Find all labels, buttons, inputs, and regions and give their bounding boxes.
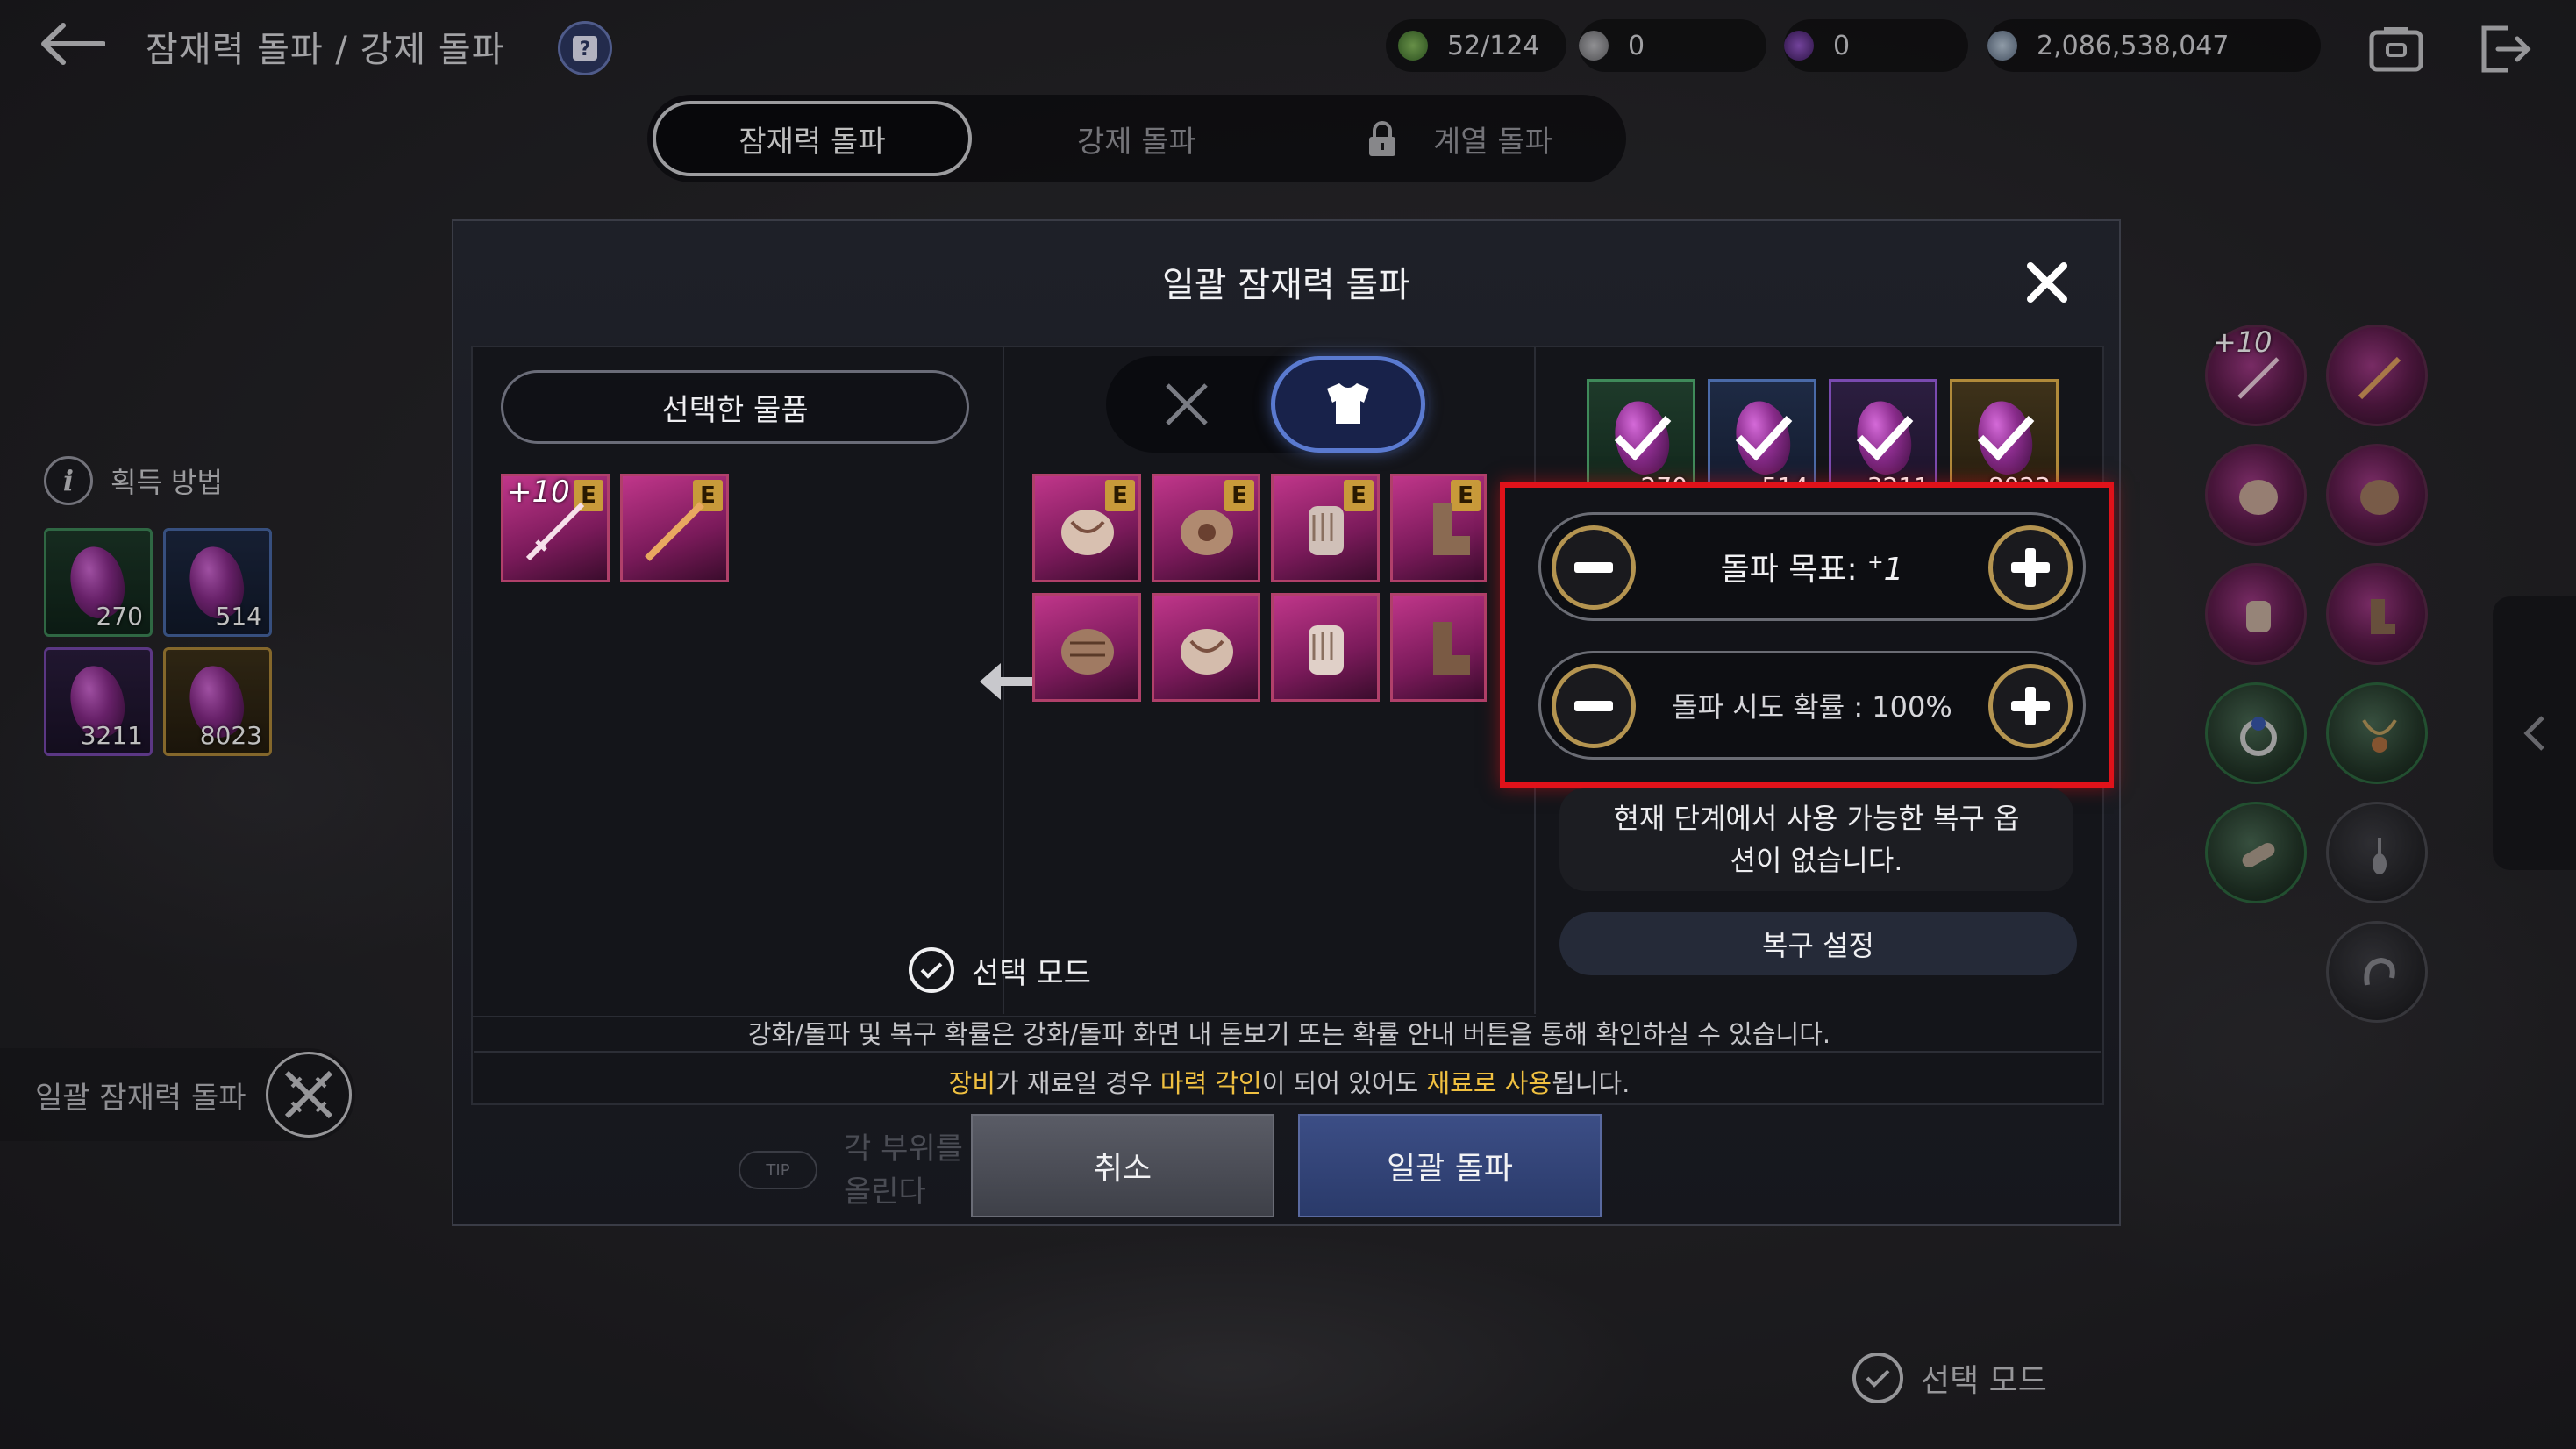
increase-chance-button[interactable] (1988, 664, 2073, 748)
target-label: 돌파 목표: +1 (1721, 544, 1904, 589)
target-label-text: 돌파 목표: (1720, 552, 1868, 588)
target-plus-sign: + (1867, 552, 1884, 574)
warning-part: 장비 (948, 1068, 996, 1098)
armor-item-slot[interactable]: E (1152, 474, 1260, 582)
boots-icon (1433, 503, 1470, 555)
modal-title: 일괄 잠재력 돌파 (1161, 265, 1411, 305)
decrease-target-button[interactable] (1552, 525, 1636, 610)
warning-part: 가 재료일 경우 (995, 1068, 1160, 1098)
boots-2-icon (1433, 622, 1470, 675)
check-icon (1735, 415, 1793, 461)
select-mode-toggle[interactable]: 선택 모드 (909, 947, 1091, 993)
chest-armor-icon (1061, 510, 1114, 555)
bulk-breakthrough-label: 일괄 돌파 (1387, 1151, 1513, 1187)
cancel-label: 취소 (1093, 1151, 1152, 1187)
breakthrough-settings-highlight: 돌파 목표: +1 돌파 시도 확률 : 100% (1500, 482, 2114, 788)
armor-item-slot[interactable]: E (1271, 474, 1380, 582)
warning-part: 이 되어 있어도 (1261, 1068, 1427, 1098)
chest-armor-2-icon (1181, 510, 1233, 555)
item-picker-panel: EEEE (980, 347, 1536, 1014)
armor-item-slot[interactable] (1032, 593, 1141, 702)
arrow-left-icon (980, 663, 1034, 700)
probability-info-text: 강화/돌파 및 복구 확률은 강화/돌파 화면 내 돋보기 또는 확률 안내 버… (747, 1019, 1831, 1049)
increase-target-button[interactable] (1988, 525, 2073, 610)
material-warning-text: 장비가 재료일 경우 마력 각인이 되어 있어도 재료로 사용됩니다. (474, 1063, 2105, 1100)
selected-item-slot[interactable]: +10 E (501, 474, 610, 582)
target-value: 1 (1883, 552, 1904, 588)
chest-armor-3-icon (1061, 629, 1114, 675)
item-type-toggle (1106, 356, 1429, 453)
decrease-chance-button[interactable] (1552, 664, 1636, 748)
minus-icon (1574, 701, 1613, 711)
gloves-2-icon (1309, 625, 1344, 675)
selected-item-slot[interactable]: E (620, 474, 729, 582)
recovery-settings-label: 복구 설정 (1762, 929, 1874, 962)
warning-part: 재료로 사용 (1426, 1068, 1552, 1098)
check-icon (1614, 415, 1672, 461)
cancel-button[interactable]: 취소 (971, 1114, 1274, 1217)
weapon-filter-button[interactable] (1110, 356, 1264, 453)
no-recovery-text: 현재 단계에서 사용 가능한 복구 옵션이 없습니다. (1613, 802, 2020, 877)
armor-item-slot[interactable]: E (1032, 474, 1141, 582)
chance-stepper: 돌파 시도 확률 : 100% (1538, 651, 2086, 760)
armor-filter-button[interactable] (1271, 356, 1425, 453)
armor-item-slot[interactable] (1152, 593, 1260, 702)
divider (474, 1051, 2101, 1053)
bulk-breakthrough-button[interactable]: 일괄 돌파 (1298, 1114, 1602, 1217)
plus-icon (2011, 548, 2050, 587)
target-stepper: 돌파 목표: +1 (1538, 512, 2086, 621)
selected-items-header: 선택한 물품 (501, 370, 969, 444)
spear-icon (645, 502, 704, 561)
minus-icon (1574, 562, 1613, 573)
crossed-swords-icon (1166, 383, 1208, 425)
warning-part: 됩니다. (1552, 1068, 1631, 1098)
chance-label: 돌파 시도 확률 : 100% (1672, 690, 1952, 724)
check-icon (1977, 415, 2035, 461)
chest-armor-4-icon (1181, 629, 1233, 675)
no-recovery-message: 현재 단계에서 사용 가능한 복구 옵션이 없습니다. (1559, 788, 2073, 891)
select-mode-label: 선택 모드 (972, 955, 1091, 991)
plus-icon (2011, 687, 2050, 725)
close-icon (2027, 262, 2067, 303)
warning-part: 마력 각인 (1160, 1068, 1262, 1098)
gloves-icon (1309, 506, 1344, 555)
armor-item-slot[interactable] (1271, 593, 1380, 702)
selected-items-panel: 선택한 물품 +10 E E (473, 347, 1004, 1014)
tip-badge: TIP (739, 1151, 817, 1189)
close-button[interactable] (2021, 256, 2073, 309)
armor-icon (1327, 383, 1369, 424)
recovery-settings-button[interactable]: 복구 설정 (1559, 912, 2077, 975)
sword-icon (525, 502, 585, 561)
armor-item-slot[interactable]: E (1390, 474, 1487, 582)
check-icon (1856, 415, 1914, 461)
check-circle-icon (909, 947, 954, 993)
background-hint-text: 각 부위를 올린다 (844, 1131, 963, 1210)
armor-item-slot[interactable] (1390, 593, 1487, 702)
